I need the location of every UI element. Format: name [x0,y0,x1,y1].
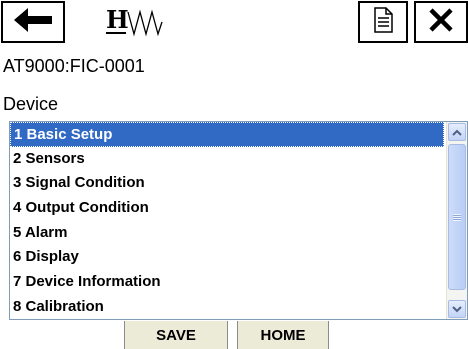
menu-list[interactable]: 1 Basic Setup 2 Sensors 3 Signal Conditi… [9,121,468,320]
toolbar: H [0,0,468,46]
menu-items: 1 Basic Setup 2 Sensors 3 Signal Conditi… [10,122,444,319]
menu-item-output-condition[interactable]: 4 Output Condition [10,196,444,221]
menu-item-device-information[interactable]: 7 Device Information [10,270,444,295]
bottom-bar: SAVE HOME [0,321,468,349]
section-title: Device [3,94,59,114]
document-icon [372,6,394,38]
device-id: AT9000:FIC-0001 [3,56,145,76]
scroll-up-button[interactable] [448,123,466,141]
menu-item-display[interactable]: 6 Display [10,245,444,270]
hart-logo: H [104,3,192,43]
vertical-scrollbar[interactable] [446,122,467,319]
back-button[interactable] [1,1,65,43]
menu-item-calibration[interactable]: 8 Calibration [10,295,444,319]
chevron-down-icon [452,305,462,312]
chevron-up-icon [452,129,462,136]
scroll-thumb[interactable] [448,144,466,290]
home-button[interactable]: HOME [237,321,329,349]
grip-icon [453,213,461,221]
document-button[interactable] [358,1,408,43]
close-button[interactable] [414,1,468,43]
hart-logo-icon: H [106,5,163,37]
menu-item-alarm[interactable]: 5 Alarm [10,221,444,246]
arrow-left-icon [12,6,54,39]
save-button[interactable]: SAVE [124,321,228,349]
menu-item-basic-setup[interactable]: 1 Basic Setup [10,122,444,147]
menu-item-signal-condition[interactable]: 3 Signal Condition [10,171,444,196]
scroll-down-button[interactable] [448,300,466,318]
close-icon [427,6,455,39]
logo-letter: H [106,5,129,34]
menu-item-sensors[interactable]: 2 Sensors [10,147,444,172]
